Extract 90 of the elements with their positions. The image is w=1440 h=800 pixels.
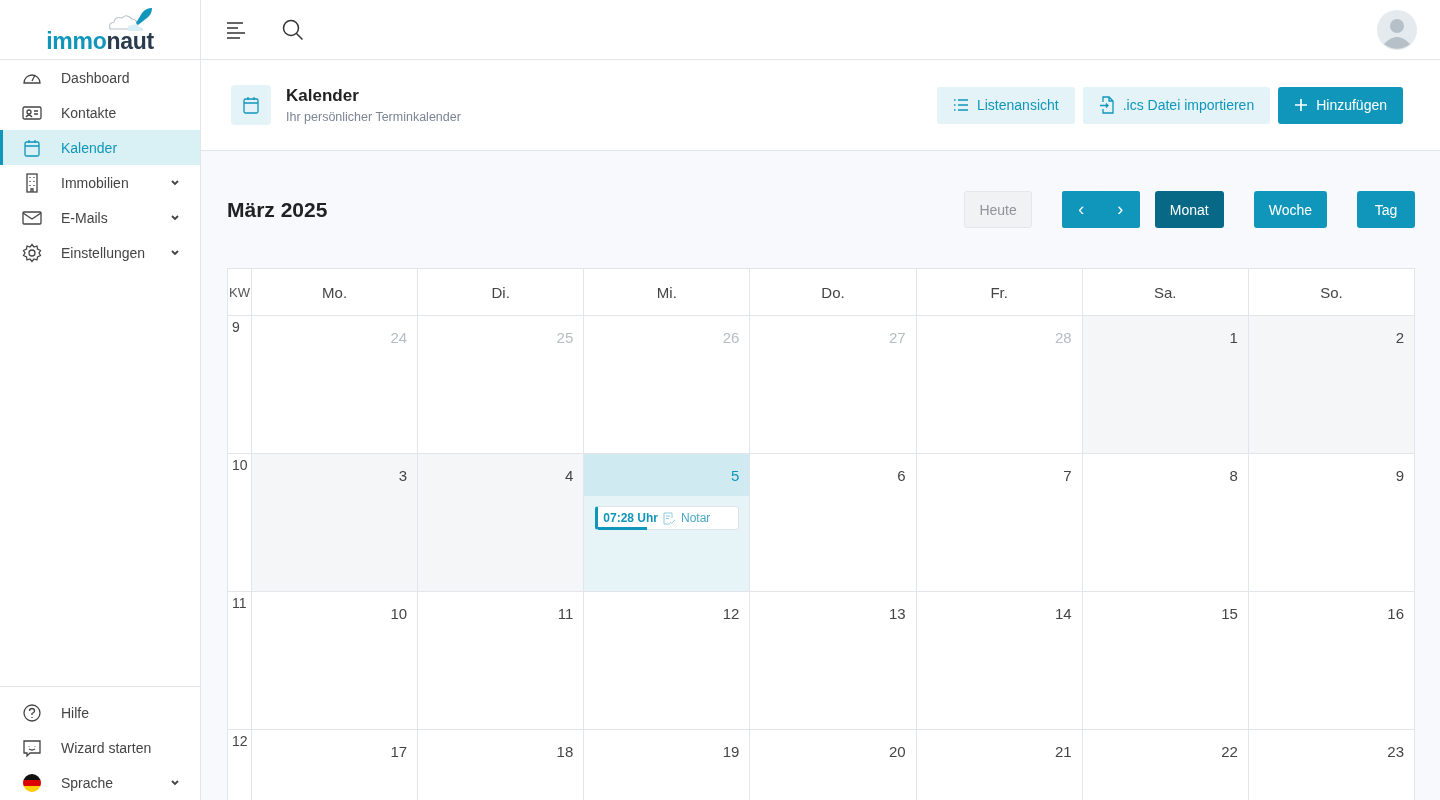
day-cell[interactable]: 2 — [1248, 316, 1415, 454]
day-cell[interactable]: 16 — [1248, 592, 1415, 730]
day-cell[interactable]: 13 — [750, 592, 917, 730]
day-cell[interactable]: 6 — [750, 454, 917, 592]
column-header: Mo. — [252, 269, 419, 316]
day-number: 28 — [1055, 329, 1072, 346]
help-icon — [22, 702, 42, 723]
search-icon[interactable] — [282, 18, 304, 41]
sidebar-item[interactable]: Dashboard — [0, 60, 200, 95]
document-check-icon — [663, 511, 676, 525]
day-cell[interactable]: 14 — [916, 592, 1083, 730]
column-header: Fr. — [916, 269, 1083, 316]
day-cell[interactable]: 23 — [1248, 730, 1415, 800]
week-number: 11 — [228, 592, 252, 730]
day-cell[interactable]: 3 — [252, 454, 419, 592]
day-number: 15 — [1221, 605, 1238, 622]
day-number: 27 — [888, 329, 906, 346]
day-number: 17 — [390, 743, 408, 760]
day-number: 25 — [556, 329, 574, 346]
day-cell[interactable]: 12 — [584, 592, 751, 730]
day-number: 26 — [722, 329, 740, 346]
week-number: 9 — [228, 316, 252, 454]
settings-icon — [22, 242, 42, 263]
day-cell[interactable]: 8 — [1082, 454, 1249, 592]
sidebar-item[interactable]: Sprache — [0, 765, 200, 800]
day-number: 11 — [557, 605, 574, 622]
day-number: 4 — [564, 467, 574, 484]
month-title: März 2025 — [227, 197, 328, 222]
column-header: KW — [228, 269, 252, 316]
calendar-icon — [243, 96, 259, 114]
day-number: 19 — [722, 743, 740, 760]
page-title: Kalender — [286, 86, 360, 106]
chevron-down-icon — [170, 178, 180, 187]
sidebar-item[interactable]: Wizard starten — [0, 730, 200, 765]
week-number: 12 — [228, 730, 252, 800]
day-number: 14 — [1055, 605, 1072, 622]
page-subtitle: Ihr persönlicher Terminkalender — [286, 110, 461, 124]
event-title: Notar — [681, 511, 711, 525]
flag-icon — [22, 772, 42, 793]
day-number: 10 — [390, 605, 408, 622]
day-cell[interactable]: 17 — [252, 730, 419, 800]
day-number: 5 — [731, 467, 740, 484]
chevron-down-icon — [170, 778, 180, 787]
day-cell[interactable]: 9 — [1248, 454, 1415, 592]
day-cell[interactable]: 1 — [1082, 316, 1249, 454]
calendar-icon — [22, 137, 42, 158]
day-number: 22 — [1221, 743, 1238, 760]
column-header: Di. — [418, 269, 585, 316]
column-header: Mi. — [584, 269, 751, 316]
sidebar-item[interactable]: Hilfe — [0, 695, 200, 730]
event-time: 07:28 Uhr — [603, 511, 658, 525]
day-number: 16 — [1387, 605, 1404, 622]
file-import-icon — [1098, 96, 1115, 114]
day-cell[interactable]: 15 — [1082, 592, 1249, 730]
day-number: 9 — [1395, 467, 1404, 484]
day-number: 2 — [1395, 329, 1404, 346]
chevron-down-icon — [170, 213, 180, 222]
list-icon — [952, 98, 969, 112]
day-number: 1 — [1229, 329, 1238, 346]
day-number: 6 — [897, 467, 906, 484]
day-number: 3 — [398, 467, 408, 484]
day-number: 13 — [888, 605, 906, 622]
day-number: 18 — [556, 743, 574, 760]
day-cell[interactable]: 18 — [418, 730, 585, 800]
sidebar-item[interactable]: Einstellungen — [0, 235, 200, 270]
day-number: 7 — [1063, 467, 1072, 484]
day-cell[interactable]: 10 — [252, 592, 419, 730]
column-header: Do. — [750, 269, 917, 316]
day-number: 21 — [1055, 743, 1072, 760]
plus-icon — [1294, 98, 1309, 112]
day-number: 12 — [722, 605, 740, 622]
view-tab[interactable]: Monat — [1154, 191, 1224, 228]
day-number: 8 — [1229, 467, 1238, 484]
day-cell[interactable]: 19 — [584, 730, 751, 800]
menu-icon[interactable] — [226, 20, 246, 39]
chevron-down-icon — [170, 248, 180, 257]
day-number: 20 — [888, 743, 906, 760]
day-cell[interactable]: 21 — [916, 730, 1083, 800]
day-number: 23 — [1387, 743, 1404, 760]
day-cell[interactable]: 11 — [418, 592, 585, 730]
sidebar-item[interactable]: Immobilien — [0, 165, 200, 200]
day-cell[interactable]: 7 — [916, 454, 1083, 592]
day-cell[interactable]: 22 — [1082, 730, 1249, 800]
day-cell[interactable]: 4 — [418, 454, 585, 592]
sidebar-item[interactable]: E-Mails — [0, 200, 200, 235]
logo-text: immonaut — [46, 29, 154, 53]
sidebar-item[interactable]: Kontakte — [0, 95, 200, 130]
smiley-chat-icon — [22, 737, 42, 758]
day-cell[interactable]: 20 — [750, 730, 917, 800]
day-number: 24 — [390, 329, 408, 346]
